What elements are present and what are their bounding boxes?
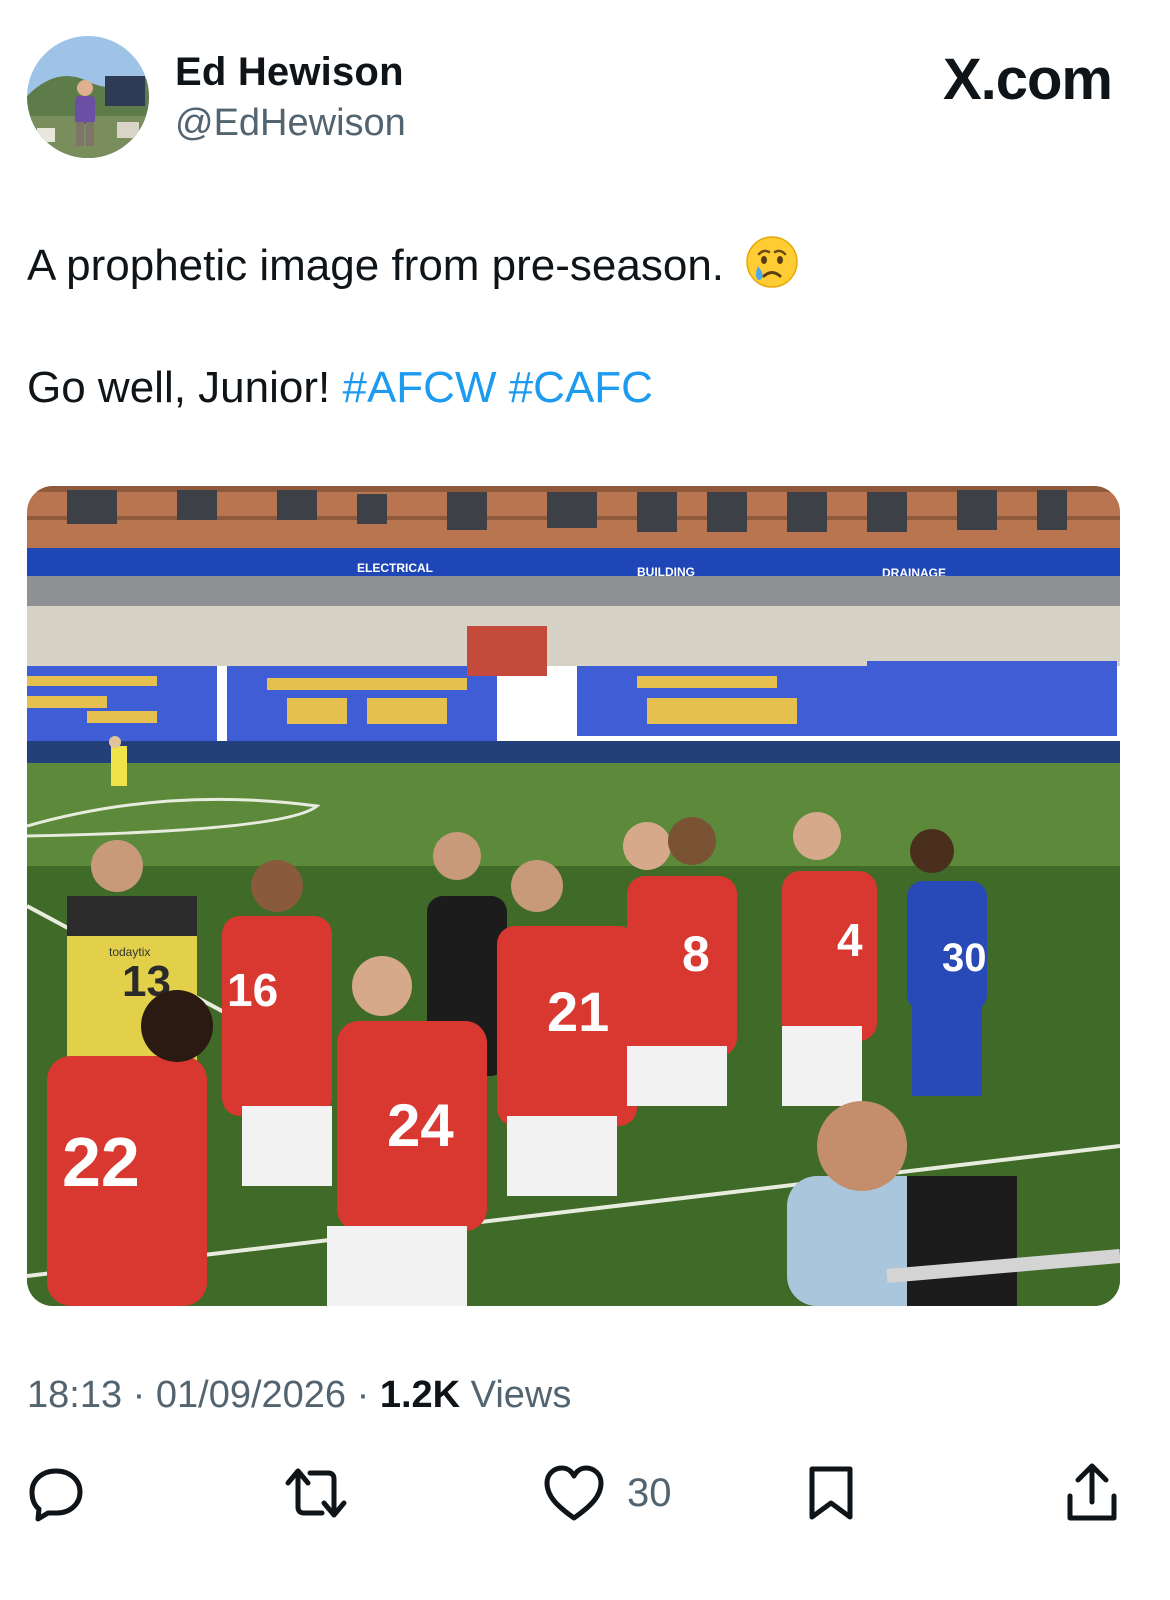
repost-button[interactable] [284, 1462, 348, 1524]
shirt-number: 16 [227, 964, 278, 1016]
views-count: 1.2K [379, 1374, 461, 1416]
tweet-text-line-1: A prophetic image from pre-season. [27, 234, 800, 302]
football-photo: ELECTRICAL BUILDING DRAINAGE todaytix 13… [27, 486, 1120, 1306]
tweet-time[interactable]: 18:13 [27, 1374, 122, 1416]
tweet-meta: 18:13 · 01/09/2026 · 1.2K Views [27, 1374, 571, 1417]
meta-separator: · [346, 1374, 380, 1416]
shirt-number: 22 [62, 1123, 140, 1201]
meta-separator: · [122, 1374, 156, 1416]
like-button[interactable]: 30 [543, 1462, 672, 1524]
tweet-photo[interactable]: ELECTRICAL BUILDING DRAINAGE todaytix 13… [27, 486, 1120, 1306]
shirt-number: 4 [837, 914, 863, 966]
likes-count: 30 [627, 1470, 672, 1515]
reply-icon [29, 1468, 83, 1522]
shirt-number: 21 [547, 980, 609, 1043]
x-logo: X.com [942, 47, 1113, 112]
views-label: Views [460, 1374, 572, 1416]
shirt-number: 30 [942, 936, 987, 980]
tweet-text-line-2: Go well, Junior! #AFCW #CAFC [27, 362, 653, 414]
avatar[interactable] [27, 36, 149, 158]
shirt-number: 24 [387, 1092, 454, 1159]
repost-icon [285, 1468, 347, 1518]
reply-button[interactable] [26, 1462, 86, 1524]
tweet-text: A prophetic image from pre-season. [27, 241, 725, 290]
crying-face-emoji-icon [744, 234, 800, 302]
bookmark-button[interactable] [806, 1462, 856, 1524]
author-handle[interactable]: @EdHewison [175, 102, 406, 145]
tweet-date[interactable]: 01/09/2026 [156, 1374, 346, 1416]
tweet-text: Go well, Junior! [27, 363, 331, 412]
stand-sign: ELECTRICAL [357, 561, 433, 575]
share-button[interactable] [1064, 1462, 1120, 1524]
bookmark-icon [809, 1466, 853, 1520]
share-icon [1067, 1463, 1117, 1521]
hashtag-link[interactable]: #CAFC [509, 363, 653, 412]
hashtag-link[interactable]: #AFCW [342, 363, 496, 412]
author-name[interactable]: Ed Hewison [175, 50, 404, 95]
heart-icon [544, 1465, 604, 1521]
avatar-photo [27, 36, 149, 158]
shirt-number: 8 [682, 926, 710, 982]
